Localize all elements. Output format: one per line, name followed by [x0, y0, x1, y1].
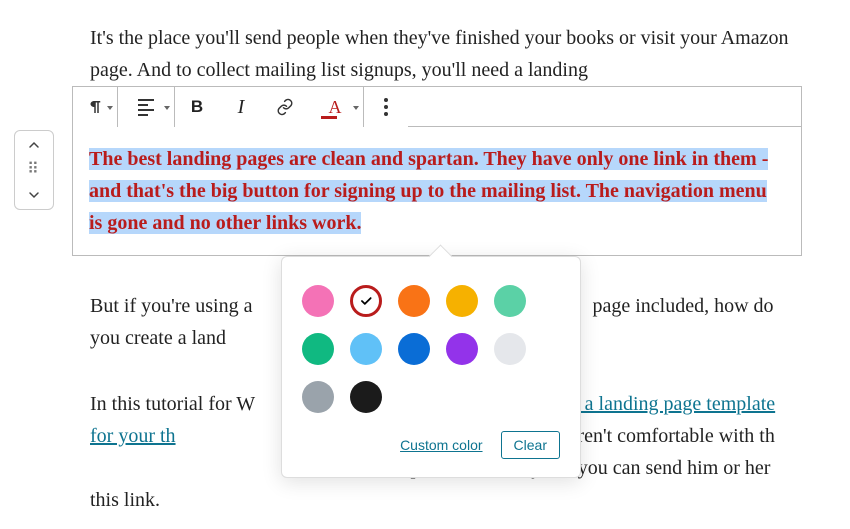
- more-options-button[interactable]: [364, 87, 408, 127]
- bold-button[interactable]: B: [175, 87, 219, 127]
- italic-button[interactable]: I: [219, 87, 263, 127]
- bold-label: B: [191, 97, 203, 117]
- color-swatch-black[interactable]: [350, 381, 382, 413]
- link-button[interactable]: [263, 87, 307, 127]
- color-swatch-amber[interactable]: [446, 285, 478, 317]
- link-icon: [276, 98, 294, 116]
- text-color-button[interactable]: A: [307, 87, 363, 127]
- align-left-icon: [138, 99, 154, 116]
- paragraph-block[interactable]: The best landing pages are clean and spa…: [73, 127, 801, 255]
- color-swatch-pink[interactable]: [302, 285, 334, 317]
- text-color-letter: A: [329, 97, 342, 118]
- move-down-button[interactable]: [15, 181, 53, 209]
- selected-block: B I A The best landing pages: [72, 86, 802, 256]
- selected-highlighted-text: The best landing pages are clean and spa…: [89, 148, 768, 234]
- move-up-button[interactable]: [15, 131, 53, 159]
- color-swatch-gray[interactable]: [302, 381, 334, 413]
- italic-label: I: [238, 96, 245, 119]
- color-swatch-purple[interactable]: [446, 333, 478, 365]
- block-mover: ⠿: [14, 130, 54, 210]
- custom-color-button[interactable]: Custom color: [400, 437, 482, 453]
- kebab-icon: [384, 98, 388, 116]
- color-swatch-red[interactable]: [350, 285, 382, 317]
- drag-handle-icon[interactable]: ⠿: [15, 159, 53, 181]
- color-swatch-teal[interactable]: [494, 285, 526, 317]
- block-toolbar: B I A: [73, 87, 801, 127]
- color-swatch-sky[interactable]: [350, 333, 382, 365]
- color-swatch-green[interactable]: [302, 333, 334, 365]
- text-color-swatch: [321, 116, 337, 119]
- align-button[interactable]: [118, 87, 174, 127]
- color-swatch-light-gray[interactable]: [494, 333, 526, 365]
- color-swatch-blue[interactable]: [398, 333, 430, 365]
- swatch-grid: [302, 285, 560, 413]
- text-color-popover: Custom color Clear: [281, 256, 581, 478]
- paragraph-text: It's the place you'll send people when t…: [90, 27, 788, 81]
- clear-color-button[interactable]: Clear: [501, 431, 560, 459]
- color-swatch-orange[interactable]: [398, 285, 430, 317]
- block-type-button[interactable]: [73, 87, 117, 127]
- paragraph-above: It's the place you'll send people when t…: [90, 22, 790, 86]
